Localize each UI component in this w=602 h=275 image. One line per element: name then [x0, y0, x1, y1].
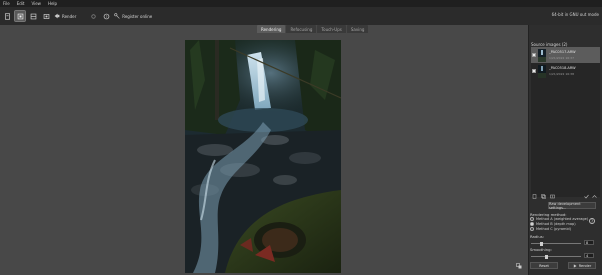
- radio-method-a[interactable]: [530, 217, 534, 221]
- image-name: _PAC0518.ARW: [549, 66, 576, 70]
- sidebar-render-label: Render: [578, 263, 592, 268]
- tab-saving[interactable]: Saving: [346, 25, 369, 33]
- check-icon[interactable]: [584, 194, 589, 199]
- render-label: Render: [62, 13, 77, 19]
- radius-slider-handle[interactable]: [540, 241, 544, 246]
- toolbar: Render ? Register online 64-bit in GNU o…: [0, 7, 602, 25]
- list-item[interactable]: _PAC0517.ARW 1/21/2022 16:37: [531, 47, 600, 63]
- add-image-icon[interactable]: [550, 194, 555, 199]
- menu-file[interactable]: File: [3, 1, 10, 6]
- radius-spinbox[interactable]: 8: [584, 240, 594, 245]
- mode-status: 64-bit in GNU out mode: [551, 12, 599, 17]
- chevron-up-icon[interactable]: [592, 194, 597, 199]
- reset-button[interactable]: Reset: [530, 262, 558, 269]
- render-button[interactable]: Render: [54, 13, 76, 19]
- mode-tabs: Rendering Refocusing Touch-Ups Saving: [257, 25, 369, 33]
- register-online-button[interactable]: Register online: [114, 13, 152, 19]
- list-toolbar: [530, 193, 599, 199]
- method-a-label: Method A (weighted average): [536, 217, 589, 221]
- render-icon: [54, 13, 60, 19]
- smoothing-slider[interactable]: [531, 254, 581, 259]
- help-icon[interactable]: ?: [101, 11, 111, 21]
- include-checkbox[interactable]: [532, 69, 536, 73]
- single-view-icon[interactable]: [14, 10, 26, 22]
- image-preview[interactable]: [185, 40, 341, 273]
- raw-development-settings-button[interactable]: Raw development settings...: [548, 202, 596, 210]
- menu-help[interactable]: Help: [48, 1, 57, 6]
- image-thumbnail: [538, 64, 546, 78]
- question-icon[interactable]: ?: [589, 218, 595, 224]
- method-b-label: Method B (depth map): [536, 222, 576, 226]
- method-c-option[interactable]: Method C (pyramid): [530, 227, 571, 231]
- waterfall-photo: [185, 40, 341, 273]
- radio-method-c[interactable]: [530, 227, 534, 231]
- image-name: _PAC0517.ARW: [549, 50, 576, 54]
- menu-view[interactable]: View: [31, 1, 41, 6]
- settings-icon[interactable]: [88, 11, 98, 21]
- image-date: 1/21/2022 16:38: [549, 72, 574, 76]
- source-image-list[interactable]: _PAC0517.ARW 1/21/2022 16:37 _PAC0518.AR…: [531, 47, 600, 197]
- reset-label: Reset: [539, 263, 549, 268]
- tab-touch-ups[interactable]: Touch-Ups: [317, 25, 346, 33]
- document-icon[interactable]: [532, 193, 537, 199]
- resize-icon[interactable]: [516, 263, 522, 269]
- smoothing-slider-handle[interactable]: [545, 254, 549, 259]
- add-files-icon[interactable]: [2, 11, 12, 21]
- register-label: Register online: [122, 13, 153, 19]
- play-icon: [573, 263, 577, 268]
- menu-edit[interactable]: Edit: [17, 1, 25, 6]
- tab-rendering[interactable]: Rendering: [257, 25, 286, 33]
- tab-refocusing[interactable]: Refocusing: [286, 25, 317, 33]
- key-icon: [114, 13, 120, 19]
- include-checkbox[interactable]: [532, 53, 536, 57]
- compare-view-icon[interactable]: [41, 11, 51, 21]
- split-view-icon[interactable]: [28, 11, 38, 21]
- radio-method-b[interactable]: [530, 222, 534, 226]
- menu-bar: File Edit View Help: [0, 0, 602, 7]
- method-b-option[interactable]: Method B (depth map): [530, 222, 576, 226]
- smoothing-spinbox[interactable]: 4: [584, 253, 594, 258]
- sidebar-render-button[interactable]: Render: [568, 262, 596, 269]
- list-item[interactable]: _PAC0518.ARW 1/21/2022 16:38: [531, 63, 600, 79]
- image-date: 1/21/2022 16:37: [549, 56, 574, 60]
- radius-slider[interactable]: [531, 241, 581, 246]
- copy-icon[interactable]: [541, 193, 546, 199]
- image-thumbnail: [538, 48, 546, 62]
- radius-label: Radius:: [530, 234, 545, 239]
- method-a-option[interactable]: Method A (weighted average): [530, 217, 588, 221]
- svg-text:?: ?: [105, 14, 107, 18]
- method-c-label: Method C (pyramid): [536, 227, 572, 231]
- smoothing-label: Smoothing:: [530, 247, 552, 252]
